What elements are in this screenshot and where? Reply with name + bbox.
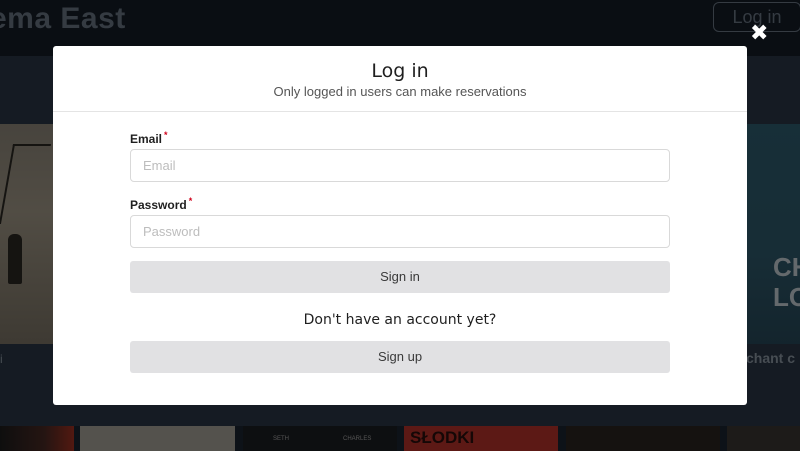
password-label-text: Password [130, 198, 187, 212]
modal-header: Log in Only logged in users can make res… [53, 46, 747, 112]
email-label: Email * [130, 130, 168, 146]
no-account-prompt: Don't have an account yet? [303, 312, 497, 328]
email-field[interactable] [130, 149, 670, 182]
sign-up-button[interactable]: Sign up [130, 341, 670, 373]
login-modal: Log in Only logged in users can make res… [53, 46, 747, 405]
password-required-mark: * [188, 196, 193, 206]
sign-in-button[interactable]: Sign in [130, 261, 670, 293]
email-required-mark: * [164, 130, 168, 140]
password-label: Password * [130, 196, 192, 212]
modal-subtitle: Only logged in users can make reservatio… [273, 84, 527, 99]
modal-title: Log in [371, 60, 429, 82]
email-label-text: Email [130, 132, 163, 146]
close-icon[interactable]: ✖ [750, 22, 768, 44]
password-field[interactable] [130, 215, 670, 248]
